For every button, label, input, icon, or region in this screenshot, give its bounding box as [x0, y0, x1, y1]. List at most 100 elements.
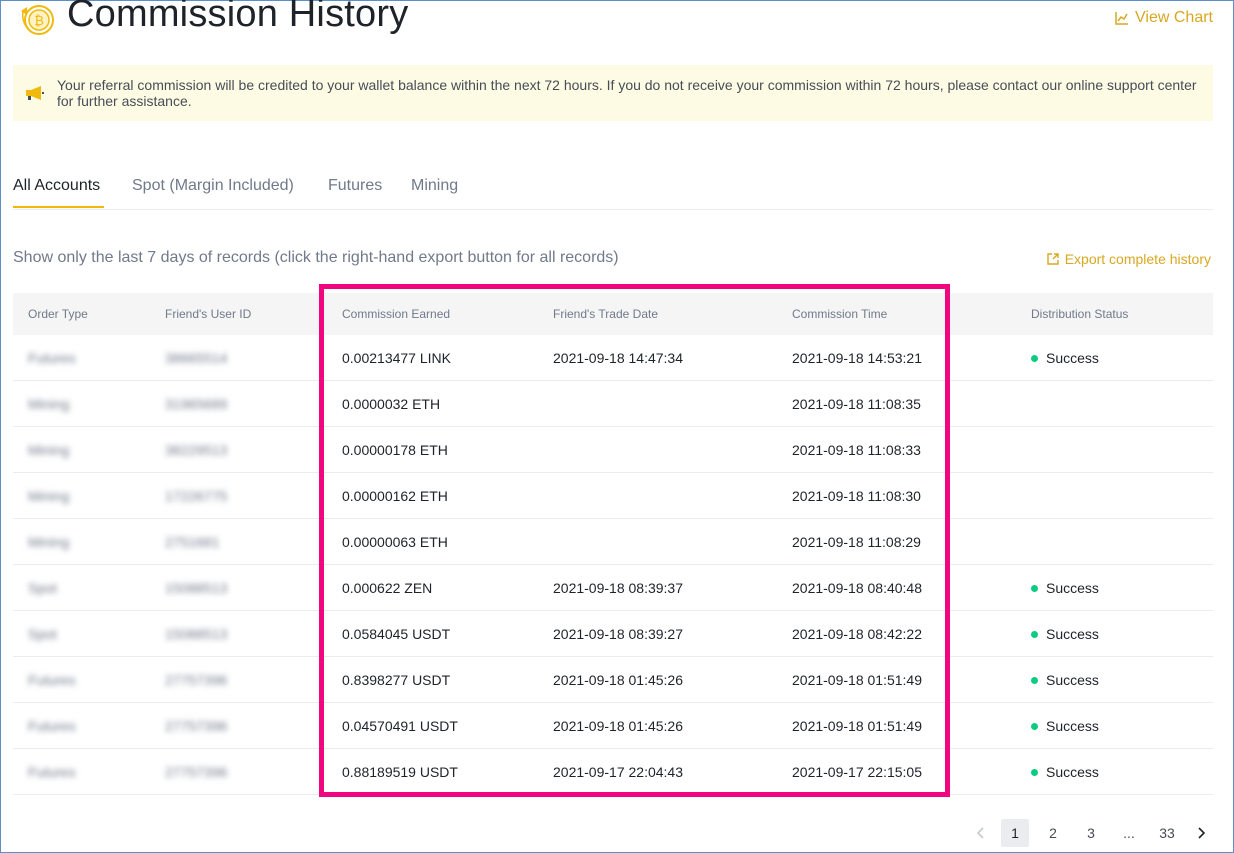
- table-row: Mining 38229513 0.00000178 ETH 2021-09-18 1…: [13, 427, 1213, 473]
- cell-order-type: Futures: [28, 350, 76, 366]
- table-row: Futures 27757396 0.88189519 USDT 2021-09-17…: [13, 749, 1213, 795]
- line-chart-icon: [1115, 12, 1129, 25]
- pagination: 1 2 3 ... 33: [971, 819, 1211, 847]
- cell-commission-time: 2021-09-17 22:15:05: [792, 764, 922, 780]
- status-label: Success: [1046, 580, 1099, 596]
- cell-user-id: 15088513: [165, 580, 228, 596]
- chevron-right-icon: [1198, 827, 1205, 839]
- cell-commission-earned: 0.0584045 USDT: [342, 626, 451, 642]
- chevron-left-icon: [977, 827, 984, 839]
- cell-commission-earned: 0.00000178 ETH: [342, 442, 448, 458]
- status-label: Success: [1046, 672, 1099, 688]
- records-note: Show only the last 7 days of records (cl…: [13, 249, 619, 266]
- tab-all-accounts[interactable]: All Accounts: [13, 177, 100, 195]
- page-ellipsis[interactable]: ...: [1115, 819, 1143, 847]
- cell-distribution-status: Success: [1031, 718, 1099, 734]
- cell-commission-time: 2021-09-18 14:53:21: [792, 350, 922, 366]
- cell-trade-date: 2021-09-17 22:04:43: [553, 764, 683, 780]
- page-33[interactable]: 33: [1153, 819, 1181, 847]
- page-1[interactable]: 1: [1001, 819, 1029, 847]
- cell-user-id: 17226775: [165, 488, 228, 504]
- cell-trade-date: 2021-09-18 01:45:26: [553, 718, 683, 734]
- table-header: Order Type Friend's User ID Commission E…: [13, 293, 1213, 335]
- page-2[interactable]: 2: [1039, 819, 1067, 847]
- cell-distribution-status: Success: [1031, 580, 1099, 596]
- col-user-id: Friend's User ID: [165, 307, 252, 321]
- cell-commission-time: 2021-09-18 01:51:49: [792, 672, 922, 688]
- cell-order-type: Futures: [28, 764, 76, 780]
- col-commission-earned: Commission Earned: [342, 307, 451, 321]
- cell-order-type: Mining: [28, 534, 70, 550]
- export-label: Export complete history: [1064, 251, 1211, 267]
- notice-banner: Your referral commission will be credite…: [13, 65, 1213, 121]
- next-page-button[interactable]: [1191, 819, 1211, 847]
- cell-order-type: Mining: [28, 442, 70, 458]
- cell-user-id: 27757396: [165, 672, 228, 688]
- cell-commission-time: 2021-09-18 11:08:30: [792, 488, 921, 504]
- status-dot-icon: [1031, 768, 1038, 776]
- status-dot-icon: [1031, 676, 1038, 684]
- cell-user-id: 27757396: [165, 718, 228, 734]
- cell-trade-date: 2021-09-18 14:47:34: [553, 350, 683, 366]
- export-history-button[interactable]: Export complete history: [1047, 251, 1211, 267]
- cell-user-id: 38665514: [165, 350, 228, 366]
- col-commission-time: Commission Time: [792, 307, 888, 321]
- cell-commission-time: 2021-09-18 08:42:22: [792, 626, 922, 642]
- cell-order-type: Mining: [28, 396, 70, 412]
- megaphone-icon: [26, 86, 44, 100]
- cell-order-type: Futures: [28, 672, 76, 688]
- cell-user-id: 15088513: [165, 626, 228, 642]
- cell-user-id: 27757396: [165, 764, 228, 780]
- cell-user-id: 38229513: [165, 442, 228, 458]
- prev-page-button[interactable]: [971, 819, 991, 847]
- col-trade-date: Friend's Trade Date: [553, 307, 659, 321]
- table-row: Spot 15088513 0.0584045 USDT 2021-09-18 08:…: [13, 611, 1213, 657]
- cell-distribution-status: Success: [1031, 626, 1099, 642]
- cell-distribution-status: Success: [1031, 764, 1099, 780]
- status-label: Success: [1046, 764, 1099, 780]
- cell-order-type: Spot: [28, 626, 57, 642]
- active-tab-indicator: [13, 206, 104, 208]
- cell-commission-time: 2021-09-18 01:51:49: [792, 718, 922, 734]
- page-3[interactable]: 3: [1077, 819, 1105, 847]
- cell-commission-earned: 0.00000162 ETH: [342, 488, 448, 504]
- status-label: Success: [1046, 626, 1099, 642]
- tab-futures[interactable]: Futures: [328, 177, 382, 195]
- cell-user-id: 2751681: [165, 534, 220, 550]
- table-row: Mining 31965689 0.0000032 ETH 2021-09-18 11…: [13, 381, 1213, 427]
- status-dot-icon: [1031, 722, 1038, 730]
- view-chart-link[interactable]: View Chart: [1115, 9, 1213, 27]
- notice-text: Your referral commission will be credite…: [57, 77, 1197, 109]
- table-row: Mining 17226775 0.00000162 ETH 2021-09-18 1…: [13, 473, 1213, 519]
- cell-order-type: Spot: [28, 580, 57, 596]
- cell-commission-earned: 0.000622 ZEN: [342, 580, 433, 596]
- tab-spot-margin[interactable]: Spot (Margin Included): [132, 177, 294, 195]
- cell-order-type: Mining: [28, 488, 70, 504]
- cell-order-type: Futures: [28, 718, 76, 734]
- table-row: Mining 2751681 0.00000063 ETH 2021-09-18 11…: [13, 519, 1213, 565]
- bitcoin-coin-icon: ₿: [21, 5, 54, 35]
- export-icon: [1047, 253, 1059, 265]
- table-row: Futures 27757396 0.8398277 USDT 2021-09-18 …: [13, 657, 1213, 703]
- table-body: Futures 38665514 0.00213477 LINK 2021-09-18…: [13, 335, 1213, 795]
- table-row: Futures 27757396 0.04570491 USDT 2021-09-18…: [13, 703, 1213, 749]
- svg-text:₿: ₿: [34, 14, 44, 29]
- cell-commission-earned: 0.04570491 USDT: [342, 718, 458, 734]
- cell-commission-earned: 0.00213477 LINK: [342, 350, 451, 366]
- cell-commission-time: 2021-09-18 08:40:48: [792, 580, 922, 596]
- cell-trade-date: 2021-09-18 08:39:37: [553, 580, 683, 596]
- cell-trade-date: 2021-09-18 01:45:26: [553, 672, 683, 688]
- cell-trade-date: 2021-09-18 08:39:27: [553, 626, 683, 642]
- cell-commission-time: 2021-09-18 11:08:29: [792, 534, 921, 550]
- cell-distribution-status: Success: [1031, 672, 1099, 688]
- status-dot-icon: [1031, 354, 1038, 362]
- account-tabs: All Accounts Spot (Margin Included) Futu…: [13, 169, 1213, 210]
- cell-commission-time: 2021-09-18 11:08:35: [792, 396, 921, 412]
- tab-mining[interactable]: Mining: [411, 177, 458, 195]
- status-label: Success: [1046, 350, 1099, 366]
- cell-commission-earned: 0.00000063 ETH: [342, 534, 448, 550]
- cell-user-id: 31965689: [165, 396, 228, 412]
- page-header: ₿ Commission History View Chart: [13, 0, 1213, 45]
- cell-commission-earned: 0.88189519 USDT: [342, 764, 458, 780]
- page-title: Commission History: [67, 0, 409, 35]
